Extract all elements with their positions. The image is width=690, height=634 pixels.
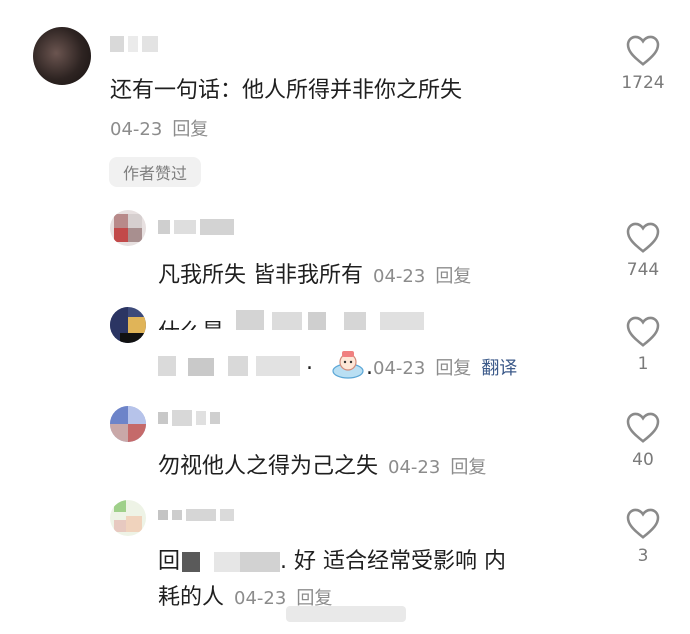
reply-content: 好 适合经常受影响 内 <box>294 549 507 574</box>
reply-prefix: 回 <box>158 549 181 574</box>
reply-text: 回. 好 适合经常受影响 内 <box>158 549 507 574</box>
avatar[interactable] <box>33 27 91 85</box>
heart-outline-icon <box>626 222 660 253</box>
avatar[interactable] <box>110 406 146 442</box>
emoji-sticker-icon <box>330 349 366 381</box>
like-count: 40 <box>632 450 654 470</box>
username-blurred[interactable] <box>158 410 220 426</box>
like-count: 1 <box>637 354 649 374</box>
reply-button[interactable]: 回复 <box>172 119 208 140</box>
like-button[interactable]: 744 <box>608 220 678 280</box>
comment-meta: 04-23 回复 <box>110 115 208 141</box>
username-blurred[interactable] <box>158 219 234 235</box>
username-blurred[interactable] <box>158 507 234 523</box>
avatar[interactable] <box>110 307 146 343</box>
reply-date: 04-23 <box>373 358 426 379</box>
like-button[interactable]: 1 <box>608 314 678 374</box>
author-liked-badge: 作者赞过 <box>109 157 202 187</box>
comment-text: 还有一句话：他人所得并非你之所失 <box>110 78 463 103</box>
reply-meta: .04-23 回复 翻译 <box>366 355 518 380</box>
avatar[interactable] <box>110 500 146 536</box>
watermark <box>286 604 406 624</box>
like-count: 744 <box>626 260 660 280</box>
reply-text: 勿视他人之得为己之失 04-23 回复 <box>158 448 486 480</box>
heart-outline-icon <box>626 316 660 347</box>
reply-button[interactable]: 回复 <box>450 457 486 478</box>
reply-content: 勿视他人之得为己之失 <box>158 454 379 479</box>
reply-text: 凡我所失 皆非我所有 04-23 回复 <box>158 257 471 289</box>
heart-outline-icon <box>626 508 660 539</box>
reply-text-partial: 什么是 <box>158 306 458 330</box>
like-count: 3 <box>637 546 649 566</box>
username-blurred[interactable] <box>110 36 158 52</box>
reply-date: 04-23 <box>234 588 287 609</box>
avatar[interactable] <box>110 210 146 246</box>
like-button[interactable]: 40 <box>608 410 678 470</box>
reply-content: 耗的人 <box>158 585 225 610</box>
like-button[interactable]: 1724 <box>608 33 678 93</box>
reply-button[interactable]: 回复 <box>435 266 471 287</box>
translate-button[interactable]: 翻译 <box>481 358 517 379</box>
like-count: 1724 <box>621 73 665 93</box>
comment-date: 04-23 <box>110 119 163 140</box>
heart-outline-icon <box>626 35 660 66</box>
like-button[interactable]: 3 <box>608 506 678 566</box>
reply-button[interactable]: 回复 <box>435 358 471 379</box>
reply-content: 凡我所失 皆非我所有 <box>158 263 363 288</box>
reply-date: 04-23 <box>388 457 441 478</box>
reply-date: 04-23 <box>373 266 426 287</box>
heart-outline-icon <box>626 412 660 443</box>
